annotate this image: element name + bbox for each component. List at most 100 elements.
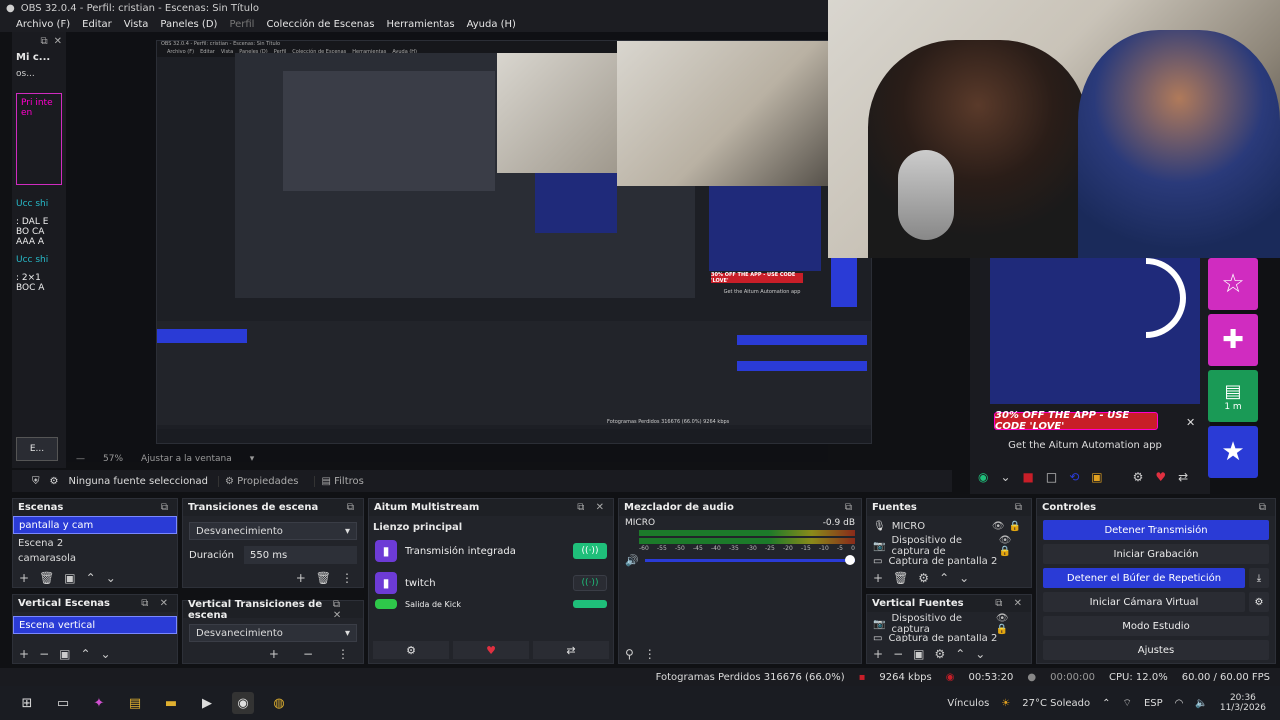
- filter-icon[interactable]: ▣: [64, 571, 75, 585]
- source-row[interactable]: ▭ Captura de pantalla 2: [867, 634, 1031, 642]
- minus-icon[interactable]: −: [39, 647, 49, 661]
- up-icon[interactable]: ⌃: [86, 571, 96, 585]
- visibility-lock-icons[interactable]: 👁🔒: [992, 521, 1025, 532]
- save-replay-icon[interactable]: ⤓: [1249, 568, 1269, 588]
- fit-window[interactable]: Ajustar a la ventana: [141, 454, 232, 464]
- menu-icon[interactable]: ⋮: [644, 647, 656, 661]
- heart-icon[interactable]: ♥: [453, 641, 529, 659]
- vinculos-label[interactable]: Vínculos: [947, 698, 989, 709]
- float-icon[interactable]: ⧉: [161, 502, 172, 513]
- gear-icon[interactable]: ⚙: [1249, 592, 1269, 612]
- add-icon[interactable]: +: [296, 571, 306, 585]
- source-row[interactable]: 📷 Dispositivo de captura de 👁🔒: [867, 535, 1031, 557]
- gear-icon[interactable]: ⚙: [50, 476, 59, 487]
- menu-paneles[interactable]: Paneles (D): [160, 19, 217, 30]
- record-icon[interactable]: ■: [1023, 470, 1034, 484]
- up-icon[interactable]: ⌃: [955, 647, 965, 661]
- filter-icon[interactable]: ▣: [913, 647, 924, 661]
- menu-ayuda[interactable]: Ayuda (H): [467, 19, 516, 30]
- menu-icon[interactable]: ⋮: [337, 647, 349, 661]
- live-icon[interactable]: ◉: [978, 470, 988, 484]
- share-icon[interactable]: ⇄: [533, 641, 609, 659]
- down-icon[interactable]: ⌄: [959, 571, 969, 585]
- settings-button[interactable]: Ajustes: [1043, 640, 1269, 660]
- menu-herramientas[interactable]: Herramientas: [386, 19, 454, 30]
- scene-item[interactable]: camarasola: [13, 552, 177, 564]
- weather[interactable]: 27°C Soleado: [1022, 698, 1090, 709]
- vertical-scene-item[interactable]: Escena vertical: [13, 616, 177, 634]
- gear-icon[interactable]: ⚙: [934, 647, 945, 661]
- float-icon[interactable]: ⧉: [1259, 502, 1270, 513]
- gear-icon[interactable]: ⚙: [918, 571, 929, 585]
- dock-controls[interactable]: ⧉ ✕: [995, 598, 1026, 609]
- chrome-icon[interactable]: ◍: [268, 692, 290, 714]
- folder-icon[interactable]: ▬: [160, 692, 182, 714]
- windows-start-icon[interactable]: ⊞: [16, 692, 38, 714]
- network-icon[interactable]: ⌔: [1123, 697, 1132, 710]
- transition-select[interactable]: Desvanecimiento ▾: [189, 522, 357, 540]
- gear-icon[interactable]: ⚙: [1133, 470, 1144, 484]
- source-row[interactable]: ▭ Captura de pantalla 2: [867, 556, 1031, 566]
- camera-icon[interactable]: ▣: [1091, 470, 1102, 484]
- source-row[interactable]: 🎙 MICRO 👁🔒: [867, 516, 1031, 536]
- trash-icon[interactable]: 🗑: [316, 571, 331, 585]
- add-icon[interactable]: +: [873, 571, 883, 585]
- filter-icon[interactable]: ▣: [59, 647, 70, 661]
- up-icon[interactable]: ⌃: [80, 647, 90, 661]
- replay-icon[interactable]: ⟲: [1069, 470, 1079, 484]
- minus-icon[interactable]: —: [76, 454, 85, 464]
- trash-icon[interactable]: 🗑: [893, 571, 908, 585]
- wifi-icon[interactable]: ◠: [1175, 698, 1184, 709]
- speaker-icon[interactable]: 🔊: [625, 554, 639, 567]
- studio-mode-button[interactable]: Modo Estudio: [1043, 616, 1269, 636]
- vertical-transition-select[interactable]: Desvanecimiento ▾: [189, 624, 357, 642]
- scene-item[interactable]: Escena 2: [13, 534, 177, 552]
- down-icon[interactable]: ⌄: [106, 571, 116, 585]
- scene-item[interactable]: pantalla y cam: [13, 516, 177, 534]
- store-icon[interactable]: ▤: [124, 692, 146, 714]
- dock-controls[interactable]: ⧉ ✕: [577, 502, 608, 513]
- visibility-lock-icons[interactable]: 👁🔒: [999, 535, 1025, 557]
- down-icon[interactable]: ⌄: [101, 647, 111, 661]
- source-row[interactable]: 📷 Dispositivo de captura 👁🔒: [867, 613, 1031, 635]
- stop-icon[interactable]: □: [1046, 470, 1057, 484]
- add-icon[interactable]: +: [19, 571, 29, 585]
- menu-archivo[interactable]: Archivo (F): [16, 19, 70, 30]
- down-icon[interactable]: ⌄: [975, 647, 985, 661]
- add-icon[interactable]: +: [269, 647, 279, 661]
- add-icon[interactable]: +: [19, 647, 29, 661]
- media-player-icon[interactable]: ▶: [196, 692, 218, 714]
- filters-button[interactable]: ▤ Filtros: [314, 475, 369, 487]
- copilot-icon[interactable]: ✦: [88, 692, 110, 714]
- close-icon[interactable]: ✕: [54, 36, 62, 47]
- menu-vista[interactable]: Vista: [124, 19, 149, 30]
- float-icon[interactable]: ⧉: [40, 36, 47, 47]
- gear-icon[interactable]: ⚙: [373, 641, 449, 659]
- menu-icon[interactable]: ⋮: [341, 571, 353, 585]
- obs-icon[interactable]: ◉: [232, 692, 254, 714]
- menu-perfil[interactable]: Perfil: [229, 19, 254, 30]
- properties-button[interactable]: ⚙ Propiedades: [218, 475, 304, 487]
- visibility-lock-icons[interactable]: 👁🔒: [996, 613, 1025, 635]
- chevron-up-icon[interactable]: ⌃: [1102, 698, 1110, 709]
- stream-toggle[interactable]: ((·)): [573, 543, 607, 559]
- share-icon[interactable]: ⇄: [1178, 470, 1188, 484]
- chevron-down-icon[interactable]: ⌄: [1000, 470, 1010, 484]
- start-recording-button[interactable]: Iniciar Grabación: [1043, 544, 1269, 564]
- minus-icon[interactable]: −: [303, 647, 313, 661]
- float-icon[interactable]: ⧉: [1015, 502, 1026, 513]
- stream-toggle[interactable]: [573, 600, 607, 608]
- trash-icon[interactable]: 🗑: [39, 571, 54, 585]
- stop-replay-buffer-button[interactable]: Detener el Búfer de Repetición: [1043, 568, 1245, 588]
- minus-icon[interactable]: −: [893, 647, 903, 661]
- stream-toggle[interactable]: ((·)): [573, 575, 607, 591]
- dock-controls[interactable]: ⧉ ✕: [333, 599, 358, 621]
- start-virtual-camera-button[interactable]: Iniciar Cámara Virtual: [1043, 592, 1245, 612]
- duration-input[interactable]: 550 ms: [244, 546, 357, 564]
- clock[interactable]: 20:36 11/3/2026: [1220, 693, 1266, 713]
- menu-coleccion[interactable]: Colección de Escenas: [266, 19, 374, 30]
- up-icon[interactable]: ⌃: [939, 571, 949, 585]
- add-icon[interactable]: +: [873, 647, 883, 661]
- getapp-link[interactable]: Get the Aitum Automation app: [975, 440, 1195, 458]
- heart-icon[interactable]: ♥: [1155, 470, 1166, 484]
